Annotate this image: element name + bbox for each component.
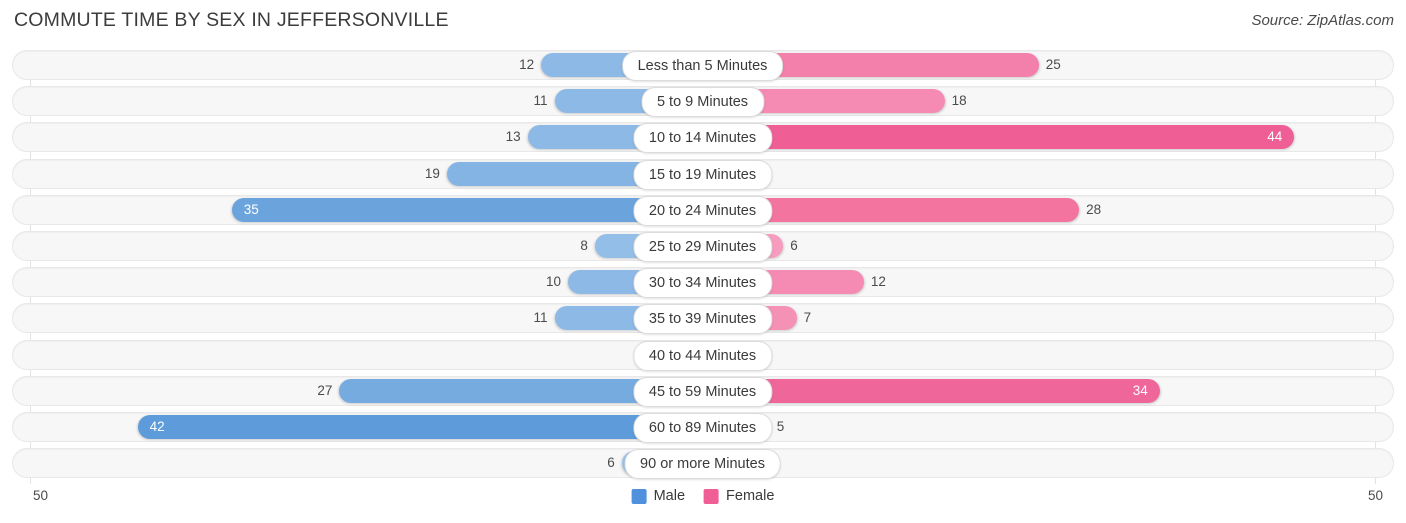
bar-female[interactable]: 44 xyxy=(702,125,1295,150)
row-bars: 10 12 30 to 34 Minutes xyxy=(30,267,1375,299)
table-row[interactable]: 12 25 Less than 5 Minutes xyxy=(0,50,1406,81)
plot-area: 12 25 Less than 5 Minutes 11 18 5 to 9 Minute… xyxy=(0,50,1406,484)
bar-value-male: 6 xyxy=(607,455,615,471)
bar-value-male: 11 xyxy=(533,93,548,109)
bar-value-male: 10 xyxy=(545,274,561,290)
chart-header: COMMUTE TIME BY SEX IN JEFFERSONVILLE So… xyxy=(0,0,1406,44)
row-bars: 8 6 25 to 29 Minutes xyxy=(30,231,1375,262)
table-row[interactable]: 42 5 60 to 89 Minutes xyxy=(0,411,1406,443)
bar-rows: 12 25 Less than 5 Minutes 11 18 5 to 9 Minute… xyxy=(0,50,1406,484)
row-bars: 3340 to 44 Minutes xyxy=(30,340,1375,371)
axis-max-label: 50 xyxy=(1367,488,1383,503)
legend-swatch-icon xyxy=(631,488,647,504)
category-label: 40 to 44 Minutes xyxy=(632,340,773,371)
legend-item[interactable]: Female xyxy=(704,488,774,504)
category-label: 45 to 59 Minutes xyxy=(632,376,773,407)
category-label: 35 to 39 Minutes xyxy=(632,304,773,335)
chart-legend: Male Female xyxy=(631,488,774,504)
bar-value-male: 8 xyxy=(580,237,588,253)
table-row[interactable]: 27 34 45 to 59 Minutes xyxy=(0,375,1406,407)
table-row[interactable]: 8 6 25 to 29 Minutes xyxy=(0,230,1406,262)
axis-min-label: 50 xyxy=(33,488,49,503)
bar-value-male: 42 xyxy=(149,418,165,434)
bar-value-female: 5 xyxy=(776,418,785,434)
table-row[interactable]: 10 12 30 to 34 Minutes xyxy=(0,267,1406,299)
bar-value-male: 27 xyxy=(317,382,333,398)
commute-time-chart: COMMUTE TIME BY SEX IN JEFFERSONVILLE So… xyxy=(0,0,1406,523)
legend-swatch-icon xyxy=(704,488,720,504)
row-bars: 11 7 35 to 39 Minutes xyxy=(30,303,1375,335)
row-bars: 11 18 5 to 9 Minutes xyxy=(30,86,1375,118)
bar-value-female: 28 xyxy=(1086,201,1102,217)
category-label: 30 to 34 Minutes xyxy=(632,268,773,299)
bar-male[interactable]: 42 xyxy=(137,414,703,439)
bar-value-female: 18 xyxy=(951,93,967,109)
bar-value-female: 25 xyxy=(1045,57,1061,72)
bar-value-female: 34 xyxy=(1132,382,1148,398)
bar-value-male: 13 xyxy=(505,129,521,145)
row-bars: 19315 to 19 Minutes xyxy=(30,159,1375,190)
category-label: 10 to 14 Minutes xyxy=(632,123,773,154)
table-row[interactable]: 11 18 5 to 9 Minutes xyxy=(0,86,1406,118)
category-label: 90 or more Minutes xyxy=(624,449,781,480)
bar-value-male: 11 xyxy=(533,310,548,326)
bar-value-male: 12 xyxy=(519,57,535,72)
table-row[interactable]: 19315 to 19 Minutes xyxy=(0,158,1406,190)
row-bars: 42 5 60 to 89 Minutes xyxy=(30,412,1375,443)
category-label: 20 to 24 Minutes xyxy=(632,195,773,226)
source-attribution: Source: ZipAtlas.com xyxy=(1251,12,1394,29)
category-label: 25 to 29 Minutes xyxy=(632,231,773,262)
table-row[interactable]: 3340 to 44 Minutes xyxy=(0,339,1406,371)
page-title: COMMUTE TIME BY SEX IN JEFFERSONVILLE xyxy=(14,9,449,31)
chart-footer: 50 50 Male Female xyxy=(0,484,1406,523)
category-label: Less than 5 Minutes xyxy=(621,51,784,81)
category-label: 5 to 9 Minutes xyxy=(640,87,765,118)
bar-value-male: 19 xyxy=(424,165,440,181)
bar-value-female: 6 xyxy=(790,237,798,253)
bar-value-female: 7 xyxy=(803,310,812,326)
legend-label: Female xyxy=(726,488,775,504)
legend-label: Male xyxy=(653,488,686,504)
table-row[interactable]: 13 44 10 to 14 Minutes xyxy=(0,122,1406,154)
row-bars: 27 34 45 to 59 Minutes xyxy=(30,376,1375,407)
table-row[interactable]: 6090 or more Minutes xyxy=(0,448,1406,480)
bar-value-male: 35 xyxy=(243,201,259,217)
table-row[interactable]: 11 7 35 to 39 Minutes xyxy=(0,303,1406,335)
bar-value-female: 44 xyxy=(1267,129,1283,145)
table-row[interactable]: 35 28 20 to 24 Minutes xyxy=(0,194,1406,226)
row-bars: 13 44 10 to 14 Minutes xyxy=(30,122,1375,154)
category-label: 60 to 89 Minutes xyxy=(632,412,773,443)
legend-item[interactable]: Male xyxy=(631,488,686,504)
row-bars: 12 25 Less than 5 Minutes xyxy=(30,50,1375,81)
bar-value-female: 12 xyxy=(870,274,886,290)
row-bars: 35 28 20 to 24 Minutes xyxy=(30,195,1375,226)
category-label: 15 to 19 Minutes xyxy=(632,159,773,190)
bar-male[interactable]: 35 xyxy=(231,197,703,222)
row-bars: 6090 or more Minutes xyxy=(30,448,1375,480)
